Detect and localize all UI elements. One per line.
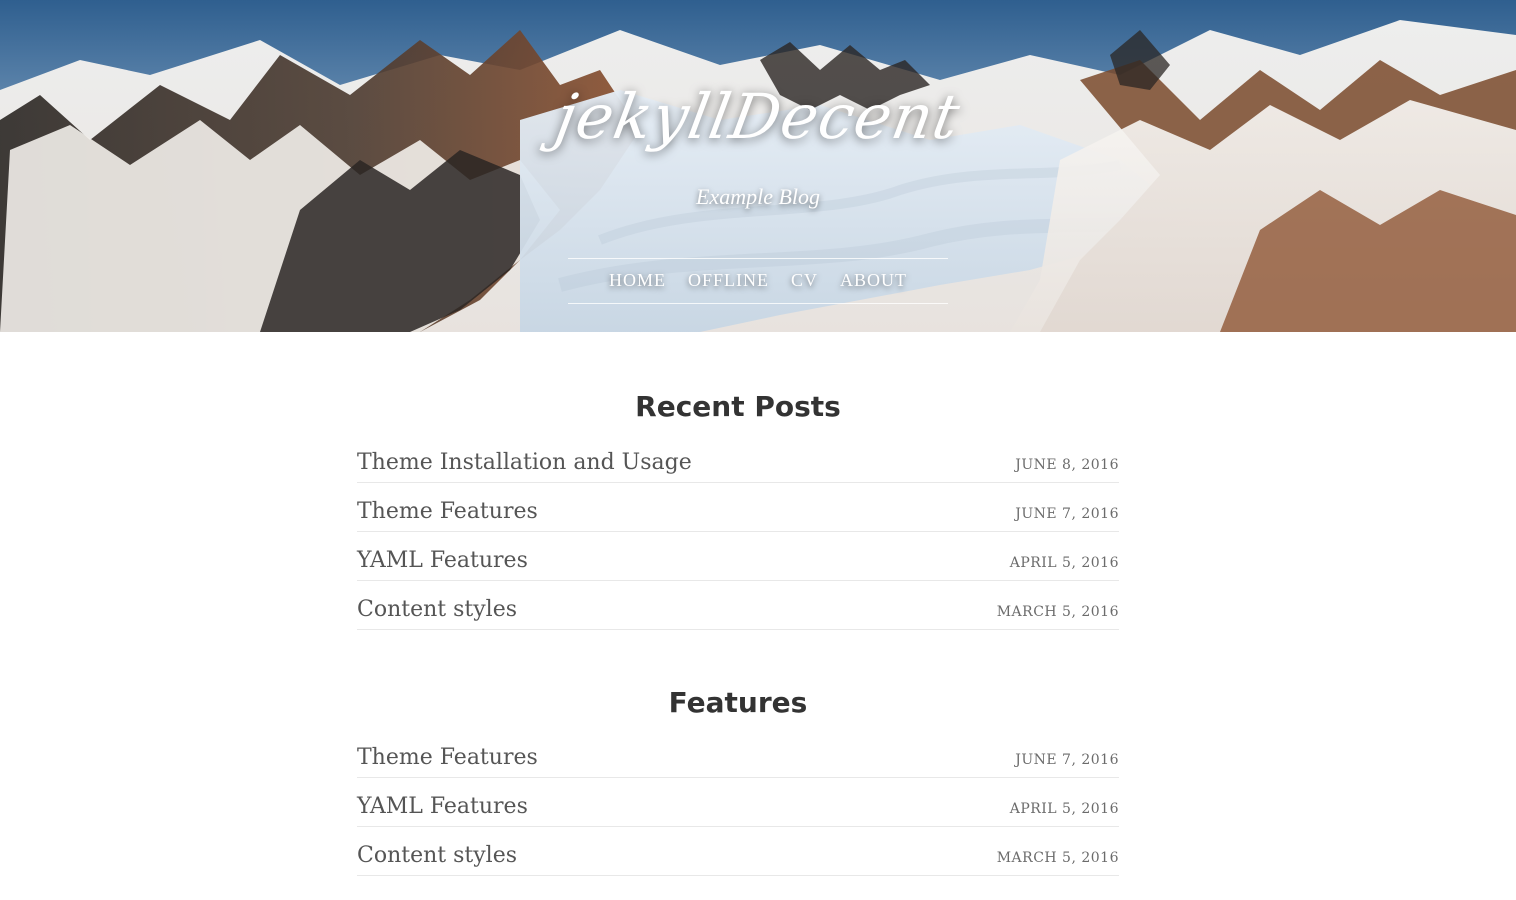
- top-navigation-bar: HOME OFFLINE CV ABOUT: [568, 258, 948, 304]
- post-item[interactable]: YAML Features APRIL 5, 2016: [357, 778, 1119, 828]
- site-title[interactable]: jekyllDecent: [0, 80, 1516, 153]
- post-item[interactable]: Content styles MARCH 5, 2016: [357, 827, 1119, 877]
- post-title[interactable]: YAML Features: [357, 549, 528, 572]
- site-tagline: Example Blog: [695, 184, 821, 209]
- nav-home-link[interactable]: HOME: [609, 270, 666, 291]
- post-item[interactable]: YAML Features APRIL 5, 2016: [357, 532, 1119, 581]
- main-content: Recent Posts Theme Installation and Usag…: [0, 332, 1516, 900]
- post-item[interactable]: Theme Features JUNE 7, 2016: [357, 738, 1119, 779]
- post-date: MARCH 5, 2016: [996, 603, 1119, 620]
- post-date: JUNE 7, 2016: [1015, 752, 1119, 769]
- post-item[interactable]: Theme Installation and Usage JUNE 8, 201…: [357, 443, 1119, 483]
- recent-posts-title: Recent Posts: [635, 390, 841, 423]
- features-title: Features: [668, 685, 808, 719]
- features-section: Features Theme Features JUNE 7, 2016 YAM…: [357, 686, 1119, 877]
- post-title[interactable]: Theme Features: [357, 747, 538, 769]
- post-title[interactable]: YAML Features: [357, 796, 528, 818]
- hero-banner: jekyllDecent Example Blog HOME OFFLINE C…: [0, 0, 1516, 332]
- post-date: APRIL 5, 2016: [1009, 801, 1119, 818]
- top-navigation: HOME OFFLINE CV ABOUT: [0, 258, 1516, 304]
- post-title[interactable]: Theme Installation and Usage: [357, 451, 692, 474]
- post-title[interactable]: Content styles: [357, 845, 517, 867]
- post-date: JUNE 8, 2016: [1015, 456, 1119, 473]
- nav-offline-link[interactable]: OFFLINE: [688, 270, 769, 291]
- recent-posts-section: Recent Posts Theme Installation and Usag…: [357, 390, 1119, 630]
- recent-posts-list: Theme Installation and Usage JUNE 8, 201…: [357, 443, 1119, 630]
- post-item[interactable]: Content styles MARCH 5, 2016: [357, 581, 1119, 630]
- hero-content: jekyllDecent Example Blog HOME OFFLINE C…: [0, 0, 1516, 332]
- post-title[interactable]: Content styles: [357, 598, 517, 621]
- post-title[interactable]: Theme Features: [357, 500, 538, 523]
- nav-about-link[interactable]: ABOUT: [840, 270, 907, 291]
- post-date: APRIL 5, 2016: [1009, 554, 1119, 571]
- features-list: Theme Features JUNE 7, 2016 YAML Feature…: [357, 738, 1119, 877]
- post-item[interactable]: Theme Features JUNE 7, 2016: [357, 483, 1119, 532]
- post-date: MARCH 5, 2016: [996, 850, 1119, 867]
- content-container: Recent Posts Theme Installation and Usag…: [357, 332, 1119, 877]
- nav-cv-link[interactable]: CV: [791, 270, 818, 291]
- post-date: JUNE 7, 2016: [1015, 505, 1119, 522]
